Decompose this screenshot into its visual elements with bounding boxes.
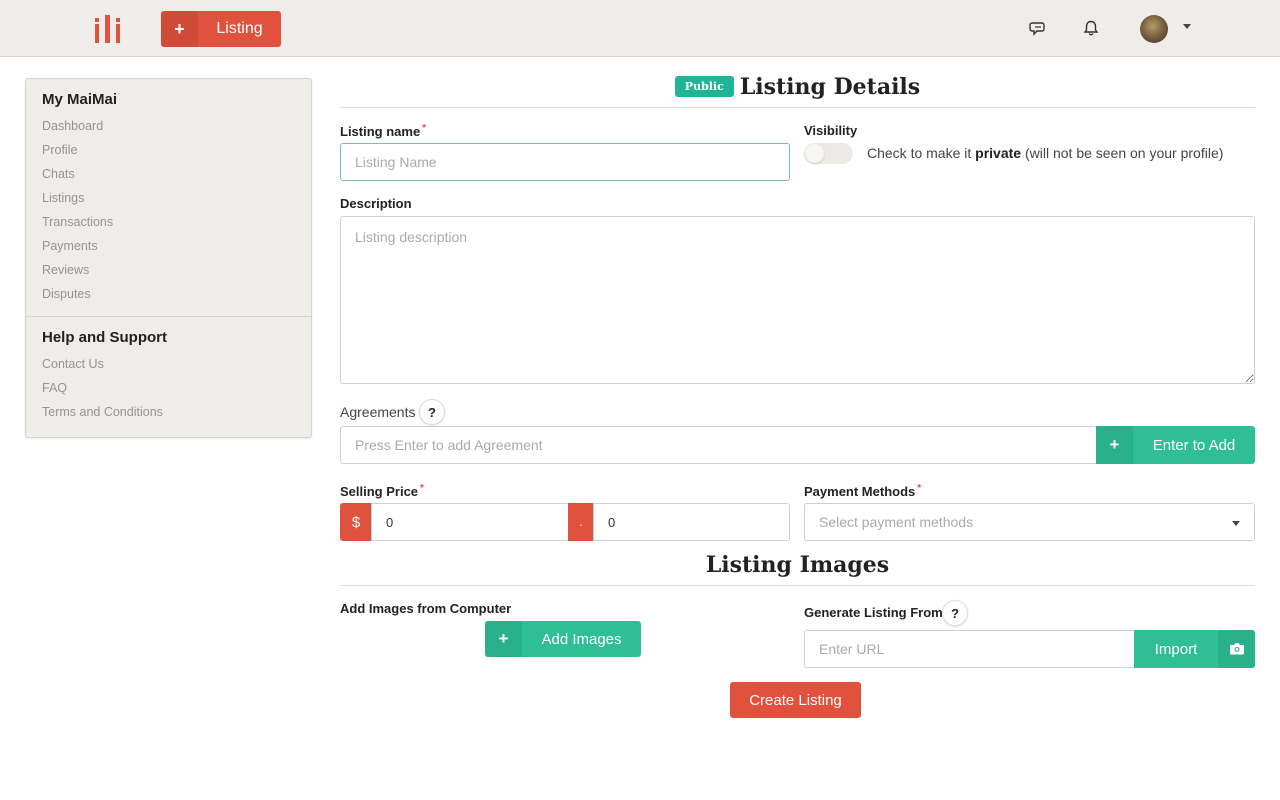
sidebar-section-my-maimai: My MaiMai Dashboard Profile Chats Listin… <box>26 79 311 316</box>
enter-to-add-label: Enter to Add <box>1152 436 1236 454</box>
description-textarea[interactable] <box>340 216 1255 384</box>
sidebar-item-chats[interactable]: Chats <box>42 162 295 186</box>
sidebar-item-dashboard[interactable]: Dashboard <box>42 114 295 138</box>
top-navbar: + Listing <box>0 0 1280 57</box>
sidebar-item-transactions[interactable]: Transactions <box>42 210 295 234</box>
plus-icon: + <box>485 621 522 657</box>
agreements-help-icon[interactable]: ? <box>419 399 445 425</box>
sidebar-item-terms[interactable]: Terms and Conditions <box>42 400 295 424</box>
sidebar-section-title: Help and Support <box>42 329 167 346</box>
required-marker: * <box>917 483 922 494</box>
required-marker: * <box>422 123 427 134</box>
sidebar: My MaiMai Dashboard Profile Chats Listin… <box>25 78 312 438</box>
url-input[interactable] <box>804 630 1135 668</box>
visibility-label: Visibility <box>804 123 858 138</box>
selling-price-label-text: Selling Price <box>340 484 419 499</box>
user-avatar[interactable] <box>1140 15 1168 43</box>
visibility-description: Check to make it private (will not be se… <box>867 145 1223 161</box>
plus-icon: + <box>161 11 198 47</box>
sidebar-item-reviews[interactable]: Reviews <box>42 258 295 282</box>
payment-methods-select[interactable]: Select payment methods <box>804 503 1255 541</box>
sidebar-item-listings[interactable]: Listings <box>42 186 295 210</box>
listing-name-label-text: Listing name <box>340 124 421 139</box>
sidebar-item-contact-us[interactable]: Contact Us <box>42 352 295 376</box>
add-images-label-text: Add Images <box>541 630 622 648</box>
visibility-text-bold: private <box>975 145 1022 161</box>
required-marker: * <box>420 483 424 494</box>
sidebar-item-faq[interactable]: FAQ <box>42 376 295 400</box>
listing-images-header: Listing Images <box>340 552 1255 586</box>
listing-name-input[interactable] <box>340 143 790 181</box>
section-title-images: Listing Images <box>705 552 890 578</box>
listing-name-label: Listing name * <box>340 123 426 139</box>
generate-from-label: Generate Listing From <box>804 605 943 620</box>
create-listing-button[interactable]: Create Listing <box>730 682 861 718</box>
sidebar-item-disputes[interactable]: Disputes <box>42 282 295 306</box>
import-button[interactable]: Import <box>1134 630 1255 668</box>
import-label: Import <box>1154 640 1198 658</box>
selling-price-label: Selling Price * <box>340 483 424 499</box>
dollar-addon: $ <box>340 503 372 541</box>
chevron-down-icon[interactable] <box>1183 24 1191 29</box>
decimal-addon: . <box>568 503 594 541</box>
sidebar-section-help: Help and Support Contact Us FAQ Terms an… <box>26 316 311 434</box>
visibility-text-after: (will not be seen on your profile) <box>1021 145 1224 161</box>
agreement-input[interactable] <box>340 426 1097 464</box>
description-label: Description <box>340 196 412 211</box>
visibility-text-before: Check to make it <box>867 145 976 161</box>
new-listing-button[interactable]: + Listing <box>161 11 281 47</box>
new-listing-button-label: Listing <box>216 20 263 37</box>
visibility-toggle[interactable] <box>804 143 853 164</box>
price-cents-input[interactable] <box>593 503 790 541</box>
sidebar-section-title: My MaiMai <box>42 91 118 108</box>
chevron-down-icon <box>1232 521 1240 526</box>
sidebar-item-profile[interactable]: Profile <box>42 138 295 162</box>
page-title: Listing Details <box>739 74 921 100</box>
maimai-logo[interactable] <box>93 15 123 43</box>
sidebar-item-payments[interactable]: Payments <box>42 234 295 258</box>
add-images-label: Add Images from Computer <box>340 601 512 616</box>
generate-help-icon[interactable]: ? <box>942 600 968 626</box>
enter-to-add-button[interactable]: + Enter to Add <box>1096 426 1255 464</box>
payment-methods-placeholder: Select payment methods <box>819 514 974 530</box>
add-images-button[interactable]: + Add Images <box>485 621 641 657</box>
payment-methods-label-text: Payment Methods <box>804 484 916 499</box>
price-whole-input[interactable] <box>371 503 569 541</box>
agreements-label: Agreements <box>340 404 416 420</box>
camera-icon <box>1218 630 1255 668</box>
plus-icon: + <box>1096 426 1133 464</box>
listing-details-header: Public Listing Details <box>340 74 1255 108</box>
chat-icon[interactable] <box>1029 19 1047 37</box>
public-badge: Public <box>674 76 734 97</box>
payment-methods-label: Payment Methods * <box>804 483 921 499</box>
bell-icon[interactable] <box>1082 19 1100 37</box>
